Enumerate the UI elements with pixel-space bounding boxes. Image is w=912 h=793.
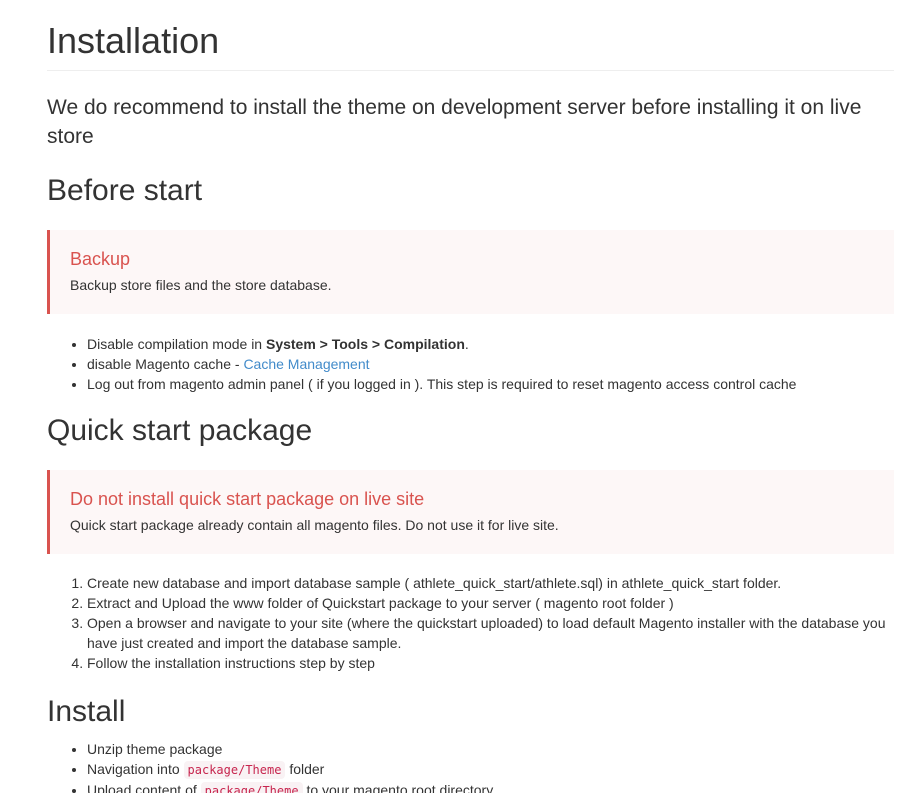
step-item: Extract and Upload the www folder of Qui… — [87, 593, 894, 613]
backup-callout-text: Backup store files and the store databas… — [70, 277, 332, 293]
list-item-text: to your magento root directory. — [302, 782, 497, 793]
step-item: Create new database and import database … — [87, 573, 894, 593]
documentation-page: Installation We do recommend to install … — [0, 0, 912, 793]
backup-callout-title: Backup — [70, 249, 131, 269]
cache-management-link[interactable]: Cache Management — [243, 356, 369, 372]
list-item-text: Unzip theme package — [87, 741, 223, 757]
list-item-text: disable Magento cache - — [87, 356, 244, 372]
backup-callout: Backup Backup store files and the store … — [47, 230, 894, 314]
code-snippet: package/Theme — [183, 761, 286, 779]
list-item-text: Log out from magento admin panel ( if yo… — [87, 376, 797, 392]
list-item-text: Upload content of — [87, 782, 201, 793]
list-item-text: Navigation into — [87, 761, 184, 777]
page-title: Installation — [47, 21, 894, 71]
list-item: disable Magento cache - Cache Management — [87, 354, 894, 374]
quick-start-steps: Create new database and import database … — [47, 573, 894, 673]
install-list: Unzip theme package Navigation into pack… — [47, 739, 894, 793]
main-content: Installation We do recommend to install … — [47, 0, 894, 793]
warning-callout-title: Do not install quick start package on li… — [70, 489, 425, 509]
warning-callout: Do not install quick start package on li… — [47, 470, 894, 554]
list-item: Log out from magento admin panel ( if yo… — [87, 374, 894, 394]
step-item: Open a browser and navigate to your site… — [87, 613, 894, 653]
before-start-list: Disable compilation mode in System > Too… — [47, 334, 894, 394]
step-item: Follow the installation instructions ste… — [87, 653, 894, 673]
quick-start-heading: Quick start package — [47, 414, 313, 447]
before-start-heading: Before start — [47, 174, 203, 207]
code-snippet: package/Theme — [200, 782, 303, 793]
list-item-text: folder — [285, 761, 325, 777]
list-item: Upload content of package/Theme to your … — [87, 780, 894, 793]
list-item: Unzip theme package — [87, 739, 894, 759]
warning-callout-text: Quick start package already contain all … — [70, 517, 559, 533]
list-item: Navigation into package/Theme folder — [87, 759, 894, 780]
menu-path: System > Tools > Compilation — [265, 336, 465, 352]
list-item-text: . — [464, 336, 469, 352]
list-item-text: Disable compilation mode in — [87, 336, 266, 352]
list-item: Disable compilation mode in System > Too… — [87, 334, 894, 354]
lead-paragraph: We do recommend to install the theme on … — [47, 96, 862, 148]
install-heading: Install — [47, 695, 126, 728]
